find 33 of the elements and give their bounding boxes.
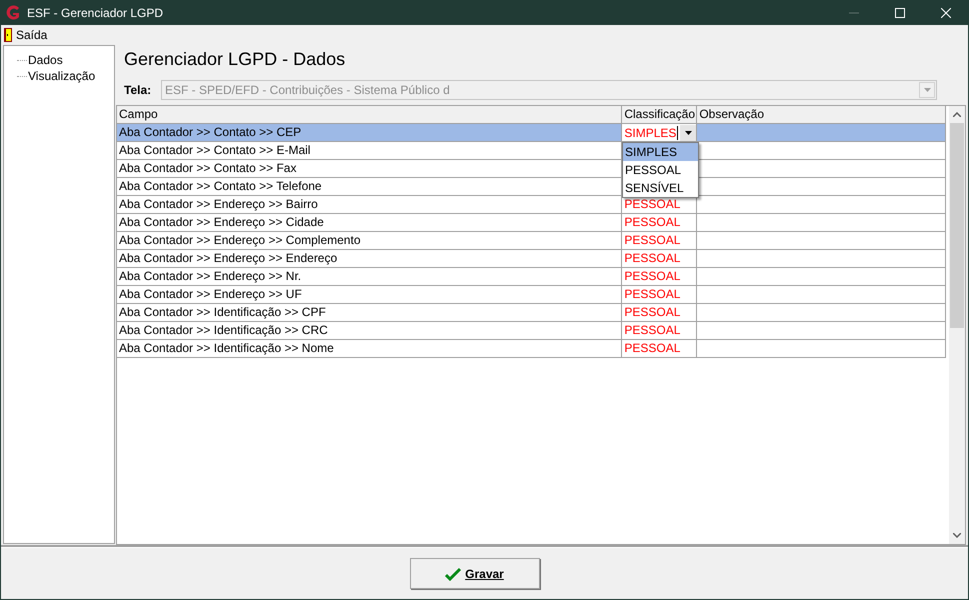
- app-logo-icon: [5, 4, 21, 20]
- scroll-up-icon: [953, 112, 961, 117]
- dropdown-option[interactable]: SIMPLES: [623, 143, 698, 161]
- table-row[interactable]: Aba Contador >> Endereço >> Nr. PESSOAL: [117, 268, 946, 286]
- table-row[interactable]: Aba Contador >> Endereço >> Cidade PESSOAL: [117, 214, 946, 232]
- close-icon: [941, 8, 951, 18]
- door-icon: [4, 28, 12, 42]
- dropdown-option[interactable]: PESSOAL: [623, 161, 698, 179]
- scroll-down-icon: [953, 533, 961, 538]
- table-row[interactable]: Aba Contador >> Endereço >> Complemento PESSOAL: [117, 232, 946, 250]
- table-row[interactable]: Aba Contador >> Identificação >> Nome PESSOAL: [117, 340, 946, 358]
- table-row[interactable]: Aba Contador >> Endereço >> Endereço PESSOAL: [117, 250, 946, 268]
- tree-item[interactable]: Dados: [28, 51, 63, 69]
- table-row[interactable]: Aba Contador >> Endereço >> UF PESSOAL: [117, 286, 946, 304]
- caret-icon: [919, 82, 935, 98]
- tree-item[interactable]: Visualização: [28, 67, 96, 85]
- check-icon: [445, 566, 462, 580]
- table-row[interactable]: Aba Contador >> Identificação >> CRC PESSOAL: [117, 322, 946, 340]
- table-row[interactable]: Aba Contador >> Endereço >> Bairro PESSOAL: [117, 196, 946, 214]
- table-row[interactable]: Aba Contador >> Contato >> CEP SIMPLES: [117, 124, 946, 142]
- page-heading: Gerenciador LGPD - Dados: [124, 48, 346, 71]
- table-cell: Aba Contador >> Identificação >> Nome: [117, 340, 622, 358]
- save-button[interactable]: Gravar: [410, 558, 540, 589]
- maximize-icon: [895, 8, 905, 18]
- window-title: ESF - Gerenciador LGPD: [27, 4, 164, 22]
- table-row[interactable]: Aba Contador >> Identificação >> CPF PESSOAL: [117, 304, 946, 322]
- classification-editor[interactable]: SIMPLES: [622, 124, 698, 142]
- table-cell: PESSOAL: [622, 340, 698, 358]
- vertical-scrollbar[interactable]: [949, 106, 965, 544]
- caret-icon: [680, 124, 696, 140]
- dropdown-option[interactable]: SENSÍVEL: [623, 179, 698, 197]
- field-label: Tela:: [124, 82, 152, 99]
- menu-item[interactable]: Saída: [1, 25, 50, 45]
